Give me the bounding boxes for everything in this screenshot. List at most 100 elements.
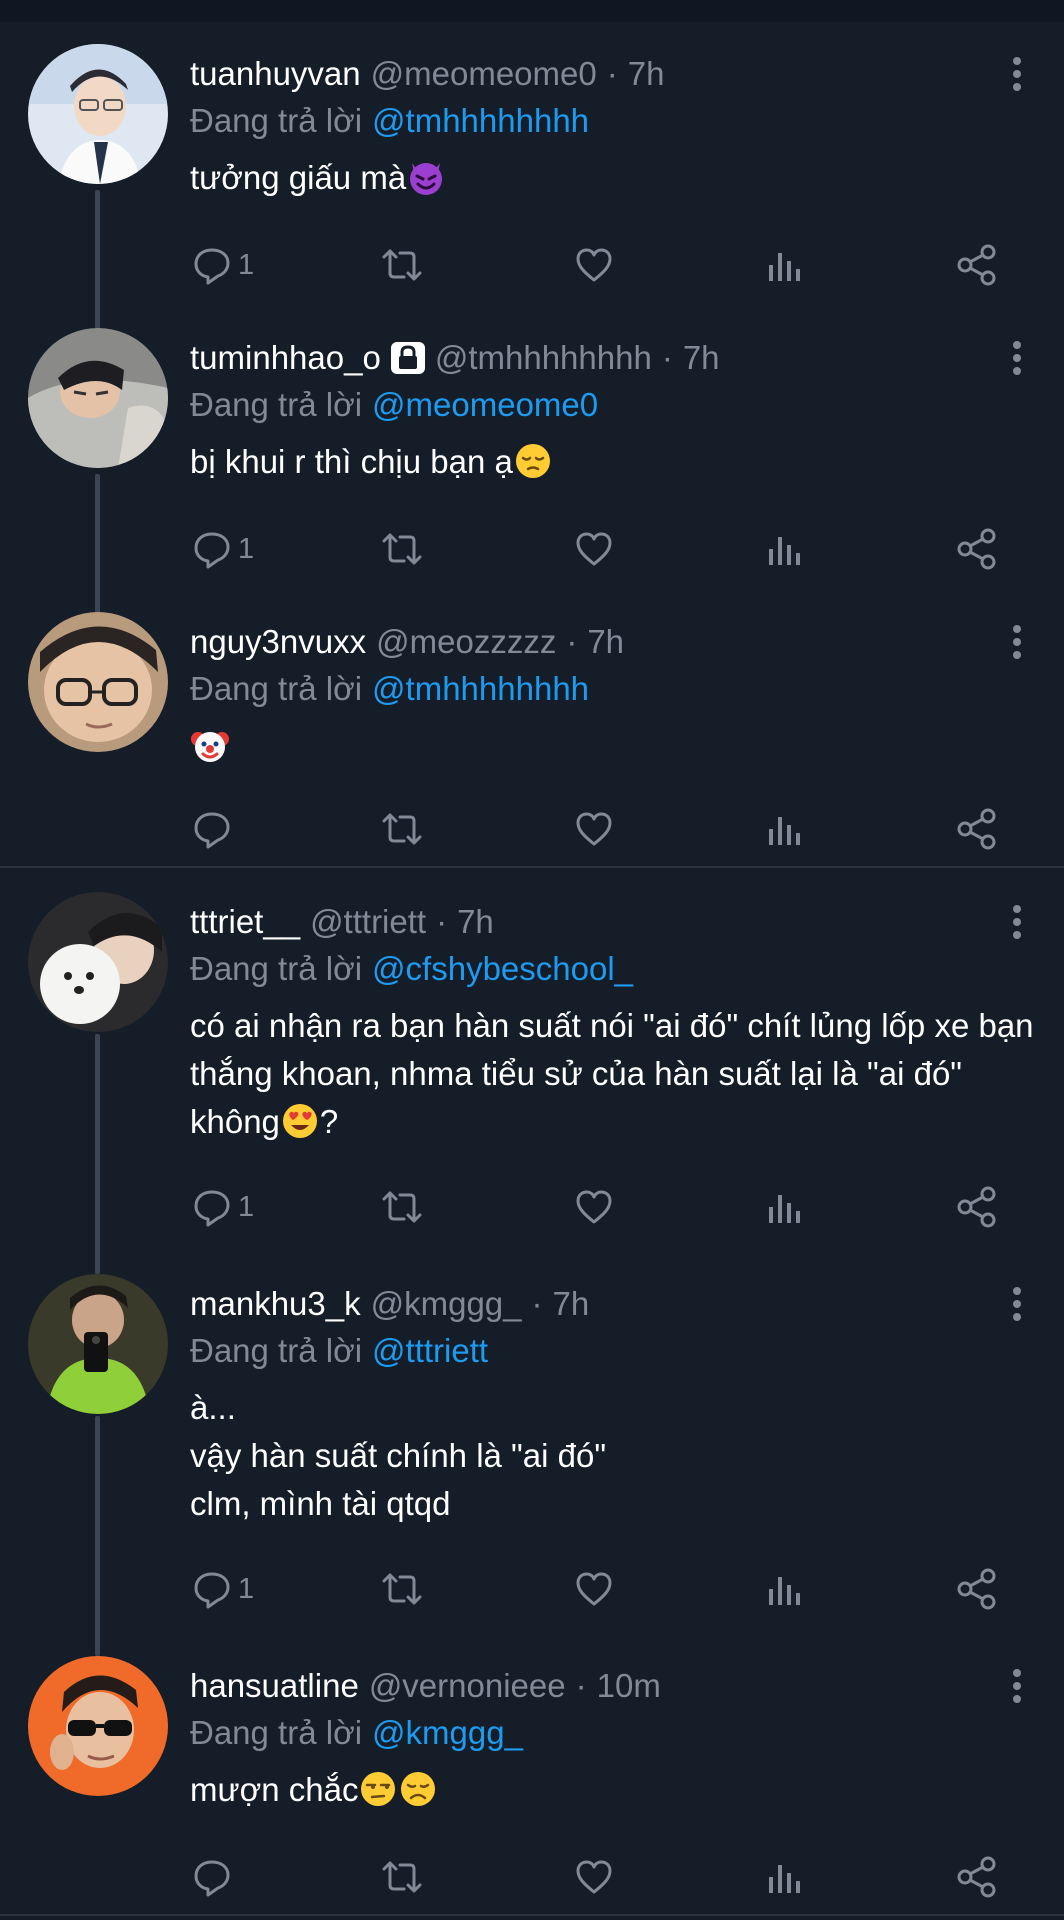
- heart-icon: [576, 812, 612, 846]
- reply-button[interactable]: 1: [192, 524, 254, 574]
- more-options-icon[interactable]: [1010, 624, 1024, 660]
- mention-link[interactable]: @meomeome0: [372, 386, 598, 423]
- retweet-button[interactable]: [380, 1182, 424, 1232]
- tweet-header: tttriet__ @tttriett · 7h: [190, 900, 494, 944]
- reply-count: 1: [238, 532, 255, 565]
- mention-link[interactable]: @tmhhhhhhhh: [372, 102, 589, 139]
- views-button[interactable]: [766, 804, 802, 854]
- tweet-text-line: tưởng giấu mà: [190, 159, 407, 196]
- tweet-header: mankhu3_k @kmggg_ · 7h: [190, 1282, 589, 1326]
- display-name[interactable]: mankhu3_k: [190, 1285, 361, 1323]
- tweet-actions: 1: [0, 240, 1064, 290]
- reply-button[interactable]: 1: [192, 1182, 254, 1232]
- mention-link[interactable]: @tmhhhhhhhh: [372, 670, 589, 707]
- mention-link[interactable]: @cfshybeschool_: [372, 950, 633, 987]
- retweet-icon: [382, 1861, 422, 1893]
- share-button[interactable]: [956, 1182, 998, 1232]
- more-options-icon[interactable]: [1010, 1286, 1024, 1322]
- heart-eyes-emoji-icon: [282, 1104, 317, 1138]
- share-button[interactable]: [956, 1852, 998, 1902]
- like-button[interactable]: [574, 240, 614, 290]
- handle[interactable]: @kmggg_: [371, 1285, 522, 1323]
- retweet-button[interactable]: [380, 804, 424, 854]
- retweet-icon: [382, 813, 422, 845]
- handle[interactable]: @vernonieee: [369, 1667, 566, 1705]
- retweet-button[interactable]: [380, 240, 424, 290]
- tweet-text-line: vậy hàn suất chính là "ai đó": [190, 1437, 607, 1474]
- replying-to-label: Đang trả lời: [190, 950, 363, 987]
- replying-to-label: Đang trả lời: [190, 670, 363, 707]
- disappointed-face-emoji-icon: [401, 1772, 436, 1806]
- share-button[interactable]: [956, 240, 998, 290]
- reply-icon: [194, 812, 230, 849]
- views-button[interactable]: [766, 524, 802, 574]
- more-options-icon[interactable]: [1010, 56, 1024, 92]
- share-button[interactable]: [956, 804, 998, 854]
- reply-button[interactable]: 1: [192, 240, 254, 290]
- avatar[interactable]: [28, 1274, 168, 1414]
- handle[interactable]: @tttriett: [310, 903, 426, 941]
- handle[interactable]: @meomeome0: [371, 55, 597, 93]
- timestamp[interactable]: 7h: [553, 1285, 590, 1323]
- tweet-header: nguy3nvuxx @meozzzzz · 7h: [190, 620, 624, 664]
- reply-button[interactable]: [192, 804, 238, 854]
- retweet-button[interactable]: [380, 1852, 424, 1902]
- analytics-icon: [769, 817, 800, 845]
- tweet-text-line: thắng khoan, nhma tiểu sử của hàn suất l…: [190, 1055, 963, 1092]
- tweet-header: tuminhhao_o @tmhhhhhhhh · 7h: [190, 336, 720, 380]
- reply-button[interactable]: [192, 1852, 238, 1902]
- timestamp[interactable]: 7h: [683, 339, 720, 377]
- more-options-icon[interactable]: [1010, 904, 1024, 940]
- timestamp[interactable]: 7h: [628, 55, 665, 93]
- display-name[interactable]: tuminhhao_o: [190, 339, 381, 377]
- handle[interactable]: @meozzzzz: [376, 623, 556, 661]
- more-options-icon[interactable]: [1010, 1668, 1024, 1704]
- separator-dot: ·: [661, 339, 673, 376]
- timestamp[interactable]: 7h: [457, 903, 494, 941]
- lock-icon: [390, 342, 425, 374]
- retweet-button[interactable]: [380, 1564, 424, 1614]
- mention-link[interactable]: @kmggg_: [372, 1714, 523, 1751]
- display-name[interactable]: tttriet__: [190, 903, 300, 941]
- like-button[interactable]: [574, 1852, 614, 1902]
- handle[interactable]: @tmhhhhhhhh: [435, 339, 652, 377]
- display-name[interactable]: hansuatline: [190, 1667, 359, 1705]
- replying-to-label: Đang trả lời: [190, 102, 363, 139]
- heart-icon: [576, 1190, 612, 1224]
- share-button[interactable]: [956, 1564, 998, 1614]
- more-options-icon[interactable]: [1010, 340, 1024, 376]
- like-button[interactable]: [574, 1182, 614, 1232]
- views-button[interactable]: [766, 1564, 802, 1614]
- like-button[interactable]: [574, 804, 614, 854]
- timestamp[interactable]: 7h: [587, 623, 624, 661]
- tweet-text: [190, 722, 1020, 770]
- tweet-text-trailing: ?: [319, 1103, 339, 1140]
- share-button[interactable]: [956, 524, 998, 574]
- timestamp[interactable]: 10m: [597, 1667, 661, 1705]
- avatar[interactable]: [28, 612, 168, 752]
- tweet-text-line: bị khui r thì chịu bạn ạ: [190, 443, 513, 480]
- reply-button[interactable]: 1: [192, 1564, 254, 1614]
- thread-line: [95, 1034, 100, 1274]
- avatar[interactable]: [28, 44, 168, 184]
- views-button[interactable]: [766, 1852, 802, 1902]
- views-button[interactable]: [766, 1182, 802, 1232]
- views-button[interactable]: [766, 240, 802, 290]
- pensive-face-emoji-icon: [515, 444, 550, 478]
- heart-icon: [576, 1572, 612, 1606]
- display-name[interactable]: nguy3nvuxx: [190, 623, 366, 661]
- like-button[interactable]: [574, 1564, 614, 1614]
- retweet-button[interactable]: [380, 524, 424, 574]
- display-name[interactable]: tuanhuyvan: [190, 55, 361, 93]
- replying-to: Đang trả lời @kmggg_: [190, 1714, 523, 1752]
- replying-to: Đang trả lời @cfshybeschool_: [190, 950, 633, 988]
- replying-to: Đang trả lời @tmhhhhhhhh: [190, 670, 589, 708]
- like-button[interactable]: [574, 524, 614, 574]
- avatar[interactable]: [28, 892, 168, 1032]
- avatar[interactable]: [28, 328, 168, 468]
- avatar[interactable]: [28, 1656, 168, 1796]
- thread-line: [95, 1416, 100, 1656]
- replying-to: Đang trả lời @tmhhhhhhhh: [190, 102, 589, 140]
- share-icon: [957, 1568, 996, 1610]
- mention-link[interactable]: @tttriett: [372, 1332, 488, 1369]
